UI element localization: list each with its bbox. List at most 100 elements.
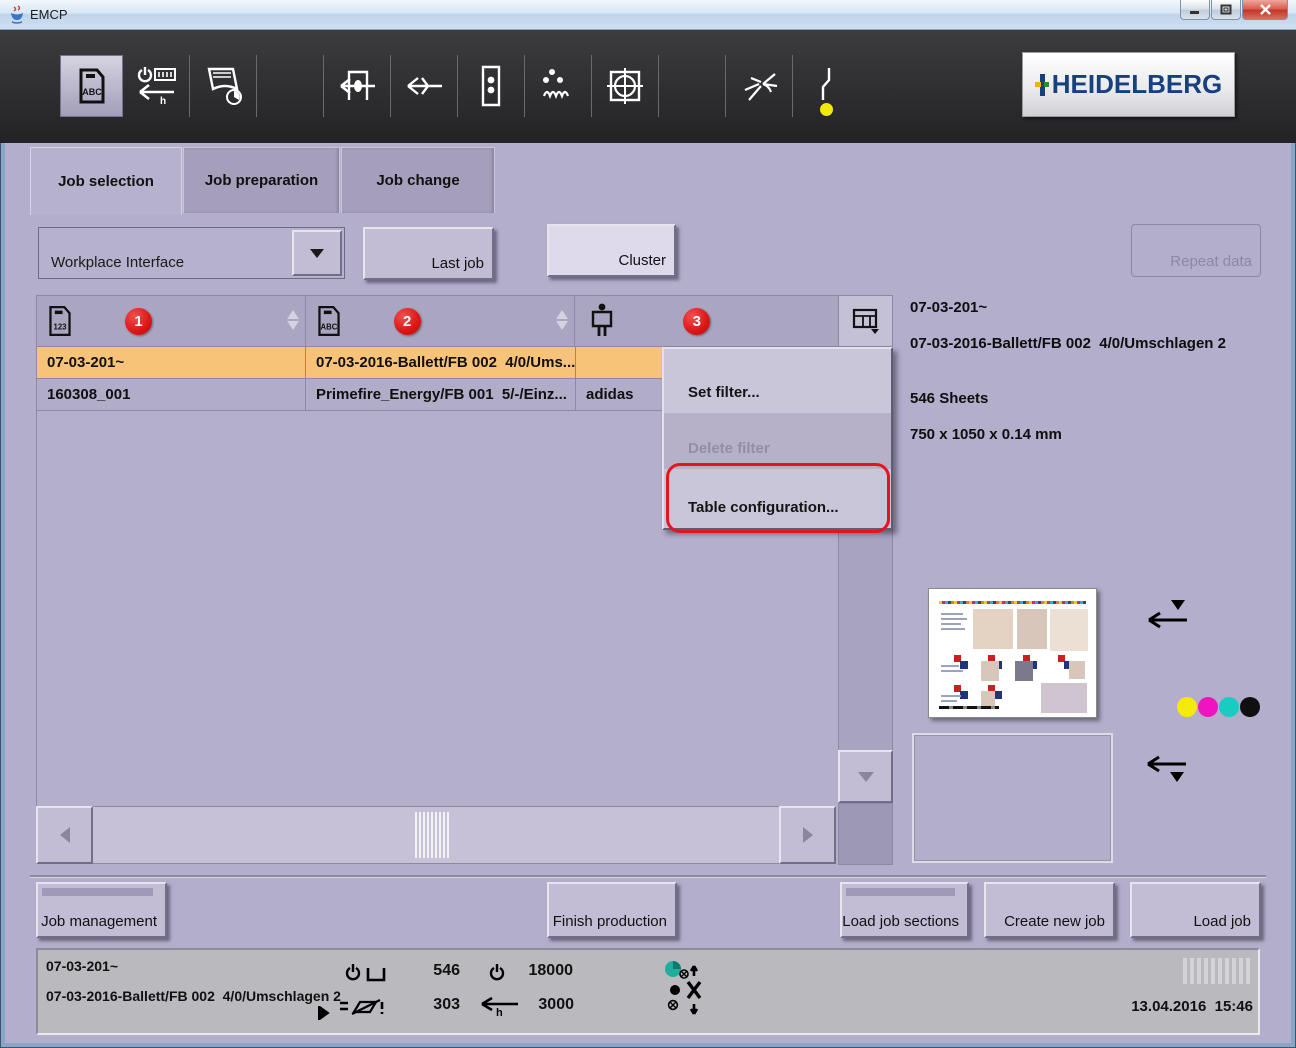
ink-unit-icon	[478, 65, 504, 107]
alpha-doc-icon: ABC	[316, 305, 342, 337]
cluster-button[interactable]: Cluster	[547, 224, 676, 277]
button-progress-stripe	[846, 888, 955, 896]
arrow-down-icon	[858, 772, 874, 782]
workplace-dropdown-arrow-button[interactable]	[292, 230, 342, 276]
job-info-number: 07-03-201~	[910, 299, 987, 316]
toolbar-register-button[interactable]	[592, 55, 659, 117]
annotation-highlight-box	[666, 463, 890, 533]
job-info-sheets: 546 Sheets	[910, 390, 988, 407]
toolbar-infeed-button[interactable]	[324, 55, 391, 117]
column-header-job-number[interactable]: 123 1	[37, 296, 306, 346]
waste-sheet-icon	[336, 996, 386, 1018]
sheet-preview-thumbnail	[928, 588, 1097, 718]
job-management-button[interactable]: Job management	[36, 882, 167, 938]
annotation-badge-1: 1	[125, 308, 152, 335]
arrow-left-icon	[402, 74, 446, 98]
numeric-doc-icon: 123	[47, 305, 73, 337]
load-job-button[interactable]: Load job	[1130, 882, 1261, 938]
job-info-name: 07-03-2016-Ballett/FB 002 4/0/Umschlagen…	[910, 335, 1226, 352]
sort-arrows-icon[interactable]	[556, 310, 568, 330]
tab-job-selection[interactable]: Job selection	[30, 147, 182, 215]
heidelberg-logo: HEIDELBERG	[1022, 52, 1235, 117]
sheet-brake-icon	[815, 64, 839, 108]
toolbar-dampening-button[interactable]	[525, 55, 592, 117]
maximize-button[interactable]	[1211, 0, 1241, 20]
application-window: EMCP ABC h	[0, 0, 1296, 1048]
infeed-icon	[335, 66, 379, 106]
sheet-counter-icon	[342, 962, 390, 984]
arrow-left-icon	[60, 827, 70, 843]
close-button[interactable]	[1242, 0, 1288, 20]
table-config-icon	[851, 307, 881, 335]
svg-text:ABC: ABC	[320, 323, 337, 332]
status-speed-actual: 3000	[522, 996, 574, 1014]
finish-production-button[interactable]: Finish production	[547, 882, 677, 938]
cyan-ink-dot	[1219, 697, 1239, 717]
status-datetime: 13.04.2016 15:46	[1040, 998, 1253, 1015]
create-new-job-button[interactable]: Create new job	[984, 882, 1115, 938]
scroll-down-button[interactable]	[838, 750, 893, 803]
cell-job-name[interactable]: 07-03-2016-Ballett/FB 002 4/0/Ums...	[306, 347, 576, 378]
status-speed-max: 18000	[518, 962, 573, 980]
cell-job-number[interactable]: 07-03-201~	[37, 347, 306, 378]
toolbar-status-indicator-dot	[820, 103, 833, 116]
yellow-ink-dot	[1177, 697, 1197, 717]
status-counter-actual: 546	[408, 962, 460, 980]
play-indicator-icon	[316, 1004, 330, 1022]
tab-job-change[interactable]: Job change	[341, 147, 495, 213]
toolbar-job-selection-button[interactable]: ABC	[60, 55, 123, 117]
progress-bars-indicator	[1183, 958, 1253, 984]
speed-icon	[486, 962, 508, 984]
secondary-preview-placeholder	[912, 733, 1113, 863]
tab-job-preparation[interactable]: Job preparation	[183, 147, 340, 213]
cell-job-number[interactable]: 160308_001	[37, 379, 306, 410]
cell-job-name[interactable]: Primefire_Energy/FB 001 5/-/Einz...	[306, 379, 576, 410]
infeed-direction-icon	[1145, 596, 1189, 632]
footer-divider	[30, 875, 1266, 877]
workplace-dropdown-value: Workplace Interface	[51, 254, 184, 271]
arrow-right-icon	[803, 827, 813, 843]
status-job-name: 07-03-2016-Ballett/FB 002 4/0/Umschlagen…	[46, 988, 341, 1004]
scroll-right-button[interactable]	[779, 806, 836, 864]
workplace-dropdown[interactable]: Workplace Interface	[38, 227, 345, 279]
column-header-job-name[interactable]: ABC 2	[306, 296, 576, 346]
window-title: EMCP	[30, 7, 68, 22]
process-colors-indicator	[1177, 697, 1261, 722]
minimize-button[interactable]	[1180, 0, 1210, 20]
sort-arrows-icon[interactable]	[287, 310, 299, 330]
vertical-scrollbar-tail[interactable]	[838, 803, 893, 865]
job-selection-icon: ABC	[77, 68, 107, 104]
column-header-customer[interactable]: 3	[575, 296, 838, 346]
scroll-left-button[interactable]	[36, 806, 93, 864]
menu-item-delete-filter: Delete filter	[664, 413, 891, 469]
register-icon	[603, 65, 647, 107]
menu-item-set-filter[interactable]: Set filter...	[664, 349, 891, 413]
repeat-data-button: Repeat data	[1131, 224, 1261, 277]
job-info-format: 750 x 1050 x 0.14 mm	[910, 426, 1062, 443]
svg-text:ABC: ABC	[82, 87, 102, 97]
powder-spray-icon	[737, 64, 781, 108]
java-app-icon	[8, 5, 26, 24]
svg-text:123: 123	[53, 323, 67, 332]
magenta-ink-dot	[1198, 697, 1218, 717]
toolbar-counter-preset-button[interactable]: h	[123, 55, 190, 117]
last-job-button[interactable]: Last job	[363, 227, 494, 280]
sheet-travel-icon	[201, 65, 245, 107]
scrollbar-grip[interactable]	[415, 812, 449, 858]
dampening-icon	[536, 66, 580, 106]
button-progress-stripe	[42, 888, 153, 896]
load-job-sections-button[interactable]: Load job sections	[840, 882, 969, 938]
toolbar-sheet-travel-button[interactable]	[190, 55, 257, 117]
table-configuration-button[interactable]	[838, 295, 893, 347]
annotation-badge-3: 3	[683, 308, 710, 335]
toolbar-arrow-left-button[interactable]	[391, 55, 458, 117]
toolbar-powder-spray-button[interactable]	[726, 55, 793, 117]
annotation-badge-2: 2	[394, 308, 421, 335]
delivery-direction-icon	[1144, 750, 1188, 790]
toolbar-ink-unit-button[interactable]	[458, 55, 525, 117]
black-ink-dot	[1240, 697, 1260, 717]
heidelberg-logo-mark	[1035, 74, 1049, 96]
counter-preset-icon: h	[134, 66, 178, 106]
status-job-number: 07-03-201~	[46, 958, 118, 974]
title-bar[interactable]: EMCP	[0, 0, 1296, 30]
